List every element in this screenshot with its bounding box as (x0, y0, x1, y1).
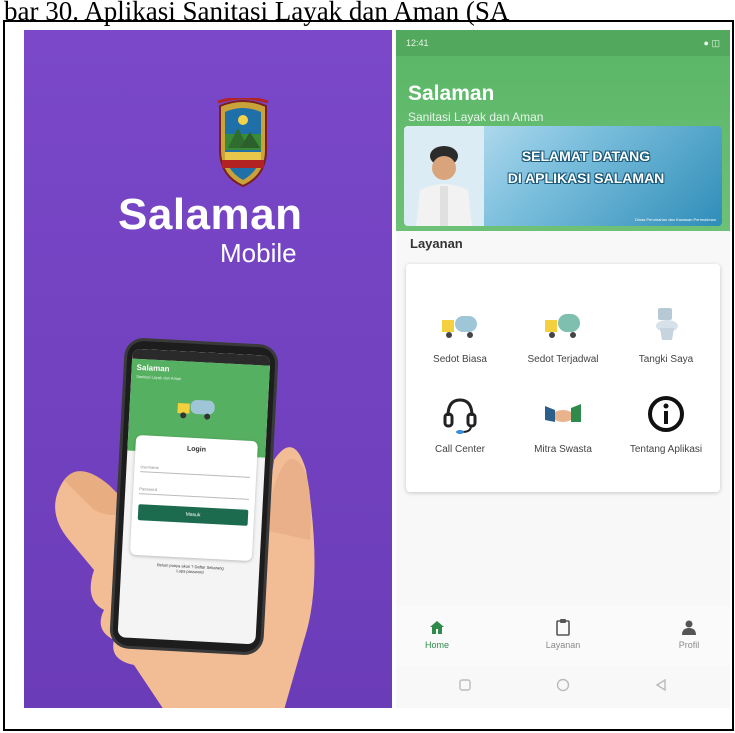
service-label: Call Center (434, 444, 486, 455)
bottom-navigation: Home Layanan Profil (396, 606, 730, 666)
nav-home[interactable]: Home (402, 618, 472, 650)
app-subtitle: Sanitasi Layak dan Aman (408, 110, 544, 124)
system-navigation-bar (396, 666, 730, 708)
banner-line-1: SELAMAT DATANG (521, 148, 651, 164)
banner-line-2: DI APLIKASI SALAMAN (507, 170, 665, 186)
home-icon (430, 621, 444, 634)
service-tangki-saya[interactable]: Tangki Saya (614, 292, 718, 392)
headset-icon (443, 398, 477, 434)
login-button[interactable]: Masuk (137, 504, 249, 526)
username-field[interactable]: Username (140, 456, 251, 478)
phone-screen: Salaman Sanitasi Layak dan Aman Login Us… (117, 348, 271, 645)
status-icons: ● ◫ (703, 38, 720, 48)
service-sedot-terjadwal[interactable]: Sedot Terjadwal (511, 292, 615, 392)
splash-subtitle: Mobile (220, 238, 297, 268)
password-field[interactable]: Password (139, 478, 250, 500)
clipboard-icon (556, 619, 570, 636)
service-label: Tentang Aplikasi (629, 444, 703, 455)
home-system-icon[interactable] (556, 678, 570, 692)
back-icon[interactable] (654, 678, 668, 692)
toilet-icon (656, 308, 678, 340)
nav-label: Layanan (545, 640, 581, 650)
welcome-banner[interactable]: SELAMAT DATANG DI APLIKASI SALAMAN Dinas… (404, 126, 722, 226)
status-bar: 12:41 ● ◫ (396, 30, 730, 56)
official-portrait-illustration (404, 126, 484, 226)
section-label-layanan: Layanan (410, 236, 463, 251)
app-title: Salaman (408, 82, 495, 105)
banner-footer: Dinas Perumahan dan Kawasan Permukiman (635, 217, 716, 222)
nav-layanan[interactable]: Layanan (528, 618, 598, 650)
service-label: Mitra Swasta (534, 444, 592, 455)
home-screen-panel: 12:41 ● ◫ Salaman Sanitasi Layak dan Ama… (396, 30, 730, 708)
service-tentang-aplikasi[interactable]: Tentang Aplikasi (614, 382, 718, 482)
nav-label: Profil (678, 640, 700, 650)
person-icon (682, 620, 696, 635)
tanker-icon (545, 314, 580, 338)
recents-icon[interactable] (458, 678, 472, 692)
service-call-center[interactable]: Call Center (408, 382, 512, 482)
status-time: 12:41 (406, 38, 429, 48)
nav-label: Home (424, 640, 449, 650)
phone-mockup: Salaman Sanitasi Layak dan Aman Login Us… (112, 340, 276, 653)
register-link[interactable]: Belum punya akun ? Daftar Sekarang Lupa … (131, 561, 249, 577)
nav-profil[interactable]: Profil (654, 618, 724, 650)
handshake-icon (545, 404, 581, 422)
service-label: Tangki Saya (638, 354, 694, 365)
info-icon (648, 396, 684, 432)
service-label: Sedot Biasa (433, 354, 487, 365)
truck-icon (442, 316, 477, 338)
service-sedot-biasa[interactable]: Sedot Biasa (408, 292, 512, 392)
splash-title: Salaman (118, 190, 303, 239)
login-title: Login (186, 445, 207, 454)
splash-panel: Salaman Mobile Salaman Sanitasi Layak da… (24, 30, 392, 708)
services-card: Sedot Biasa Sedot Terjadwal Tangki Saya (406, 264, 720, 492)
service-label: Sedot Terjadwal (527, 354, 599, 365)
regency-emblem-icon (217, 98, 269, 188)
service-mitra-swasta[interactable]: Mitra Swasta (511, 382, 615, 482)
login-card: Login Username Password Masuk (129, 434, 258, 562)
truck-icon (177, 400, 215, 420)
